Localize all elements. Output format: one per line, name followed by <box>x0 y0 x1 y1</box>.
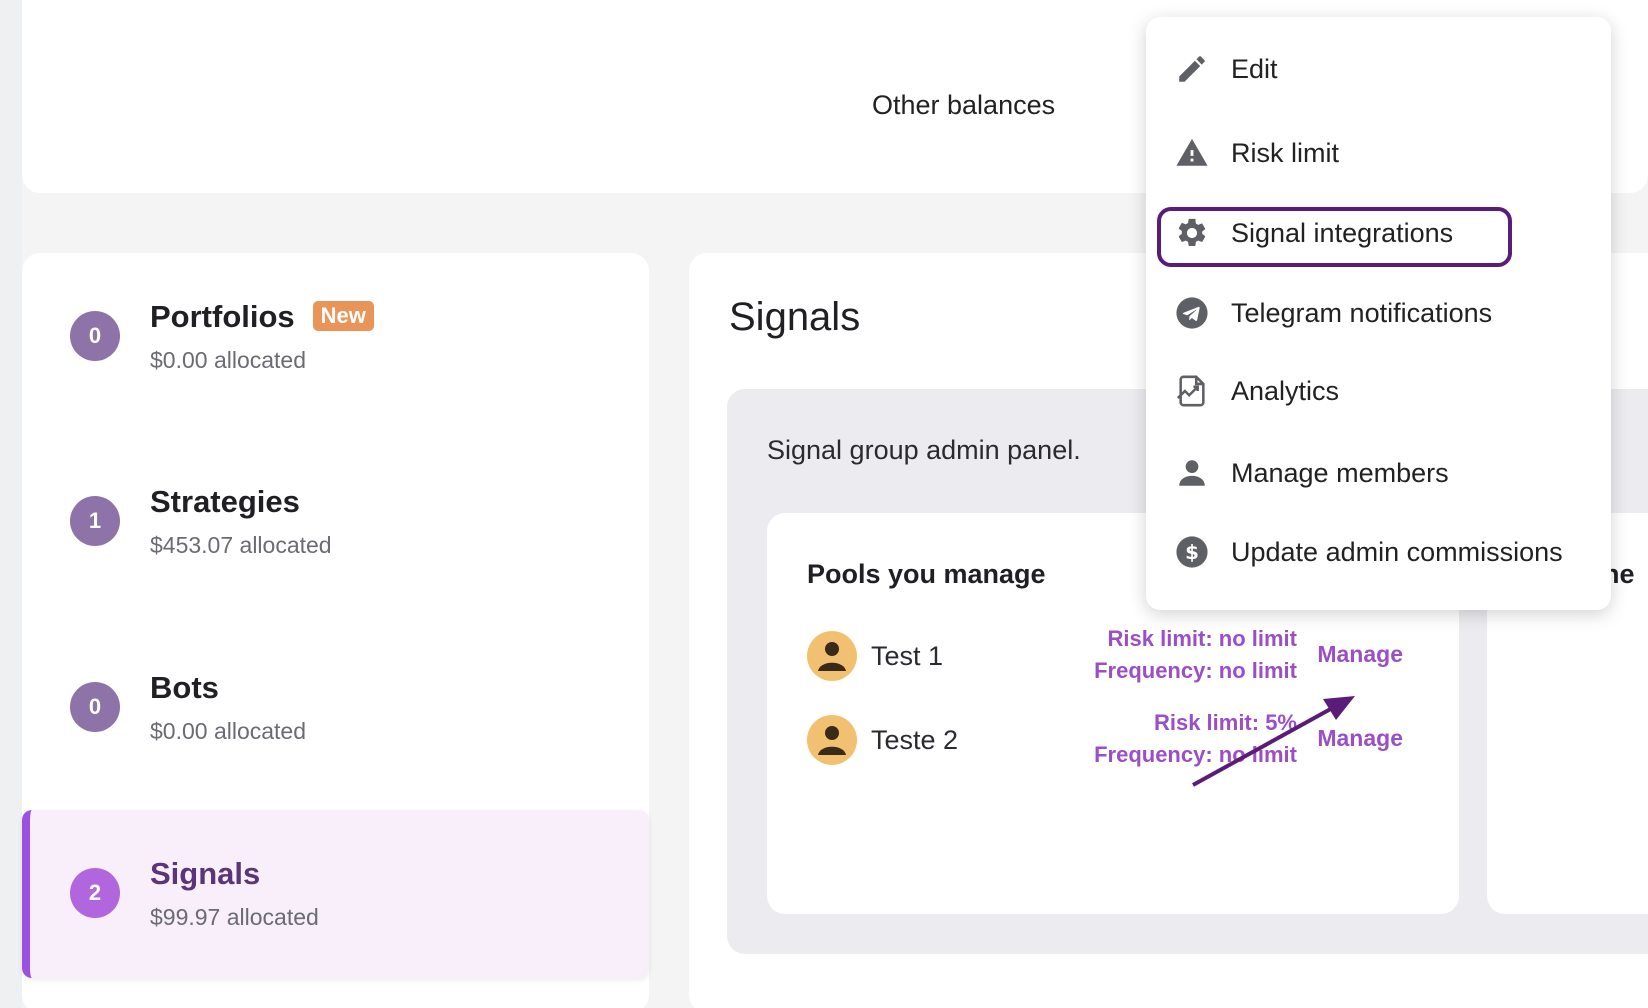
menu-item-analytics[interactable]: Analytics <box>1146 361 1611 421</box>
pool-limits: Risk limit: no limit Frequency: no limit <box>1094 623 1297 687</box>
menu-item-label: Analytics <box>1231 375 1340 406</box>
dollar-icon: $ <box>1174 534 1210 570</box>
count-badge: 0 <box>70 682 120 732</box>
allocated-amount: $99.97 allocated <box>150 904 319 930</box>
pencil-icon <box>1174 51 1210 87</box>
count-badge: 0 <box>70 311 120 361</box>
allocated-amount: $453.07 allocated <box>150 532 332 558</box>
pool-name: Test 1 <box>871 641 944 671</box>
analytics-icon <box>1174 373 1210 409</box>
nav-item-title: Signals <box>150 856 261 891</box>
person-icon <box>1174 455 1210 491</box>
pool-row: Test 1 Risk limit: no limit Frequency: n… <box>807 626 1427 691</box>
warning-icon <box>1174 135 1210 171</box>
category-nav: 0 Portfolios New $0.00 allocated 1 Strate… <box>22 253 649 1008</box>
nav-item-strategies[interactable]: 1 Strategies $453.07 allocated <box>22 438 649 606</box>
menu-item-label: Manage members <box>1231 457 1449 488</box>
menu-item-label: Risk limit <box>1231 137 1339 168</box>
page-title: Signals <box>729 295 861 339</box>
pools-title: Pools you manage <box>807 559 1046 589</box>
pool-limits: Risk limit: 5% Frequency: no limit <box>1094 707 1297 771</box>
menu-item-label: Update admin commissions <box>1231 536 1563 567</box>
menu-item-update-admin-commissions[interactable]: $ Update admin commissions <box>1146 522 1611 582</box>
risk-limit-text: Risk limit: 5% <box>1153 710 1297 735</box>
pool-name: Teste 2 <box>871 725 959 755</box>
nav-item-portfolios[interactable]: 0 Portfolios New $0.00 allocated <box>22 253 649 421</box>
actions-menu: Edit Risk limit Signal integrations Tele… <box>1146 17 1611 610</box>
nav-item-title: Strategies <box>150 484 300 519</box>
telegram-icon <box>1174 295 1210 331</box>
other-balances-label: Other balances <box>872 90 1056 120</box>
nav-item-title: Bots <box>150 670 219 705</box>
nav-item-bots[interactable]: 0 Bots $0.00 allocated <box>22 624 649 792</box>
avatar <box>807 631 857 681</box>
nav-item-signals[interactable]: 2 Signals $99.97 allocated <box>22 810 649 978</box>
avatar <box>807 715 857 765</box>
pool-row: Teste 2 Risk limit: 5% Frequency: no lim… <box>807 710 1427 775</box>
menu-item-label: Telegram notifications <box>1231 297 1493 328</box>
menu-item-risk-limit[interactable]: Risk limit <box>1146 123 1611 183</box>
count-badge: 2 <box>70 868 120 918</box>
frequency-text: Frequency: no limit <box>1094 658 1297 683</box>
menu-item-label: Edit <box>1231 53 1278 84</box>
menu-item-edit[interactable]: Edit <box>1146 39 1611 99</box>
svg-text:$: $ <box>1185 541 1199 564</box>
nav-item-title: Portfolios New <box>150 299 374 335</box>
count-badge: 1 <box>70 496 120 546</box>
frequency-text: Frequency: no limit <box>1094 742 1297 767</box>
allocated-amount: $0.00 allocated <box>150 347 307 373</box>
highlight-outline <box>1157 207 1512 267</box>
admin-panel-description: Signal group admin panel. <box>767 435 1081 465</box>
manage-link[interactable]: Manage <box>1317 641 1403 668</box>
new-badge: New <box>312 301 374 331</box>
left-edge <box>0 0 22 1008</box>
menu-item-telegram-notifications[interactable]: Telegram notifications <box>1146 283 1611 343</box>
allocated-amount: $0.00 allocated <box>150 718 307 744</box>
manage-link[interactable]: Manage <box>1317 725 1403 752</box>
risk-limit-text: Risk limit: no limit <box>1107 626 1297 651</box>
menu-item-manage-members[interactable]: Manage members <box>1146 443 1611 503</box>
